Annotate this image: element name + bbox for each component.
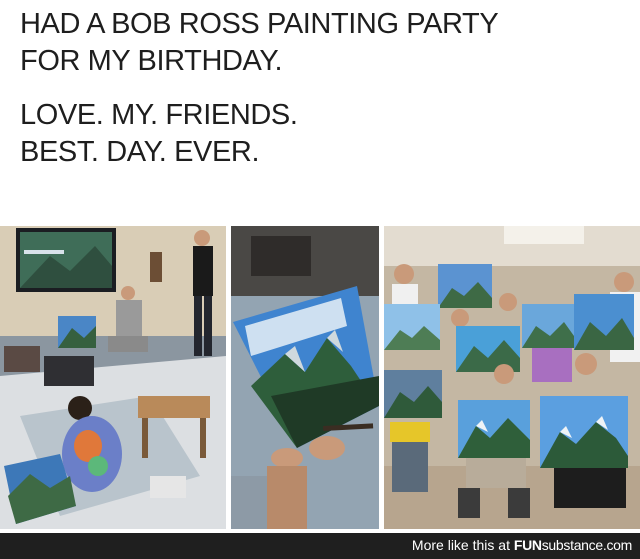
photo-collage [0, 226, 640, 529]
brand-fun: FUN [513, 537, 542, 553]
caption-line-3: LOVE. MY. FRIENDS. [20, 99, 298, 131]
footer-prefix: More like this at [411, 537, 514, 553]
friends-holding-paintings-photo [384, 226, 640, 529]
painting-closeup-photo [231, 226, 379, 529]
caption-line-1: HAD A BOB ROSS PAINTING PARTY [20, 8, 499, 40]
brand-tld: .com [602, 537, 632, 553]
brand-sub: substance [541, 537, 603, 553]
meme-caption: HAD A BOB ROSS PAINTING PARTY FOR MY BIR… [20, 6, 630, 171]
caption-line-4: BEST. DAY. EVER. [20, 136, 260, 168]
watermark-footer: More like this at FUNsubstance.com [0, 533, 640, 559]
site-credit[interactable]: More like this at FUNsubstance.com [412, 537, 632, 553]
caption-line-2: FOR MY BIRTHDAY. [20, 45, 283, 77]
party-room-photo [0, 226, 226, 529]
funsubstance-logo: FUNsubstance.com [514, 537, 632, 553]
